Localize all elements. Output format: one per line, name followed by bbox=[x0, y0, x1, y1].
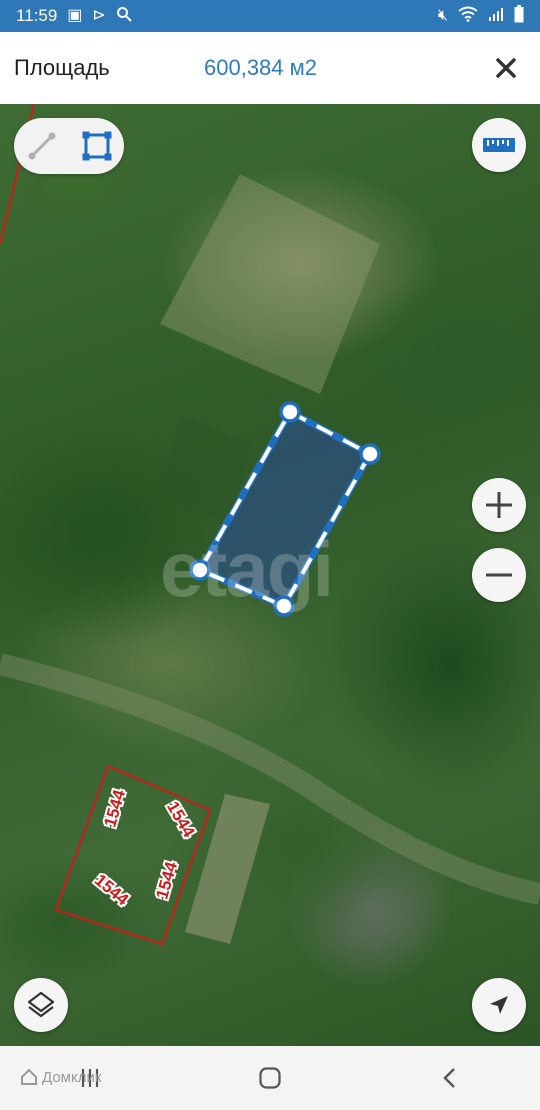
parcel-label: 1544 bbox=[150, 857, 183, 903]
area-value: 600,384 м2 bbox=[204, 55, 317, 80]
zoom-in-button[interactable] bbox=[472, 478, 526, 532]
satellite-map[interactable]: 1544 1544 1544 1544 etagi bbox=[0, 104, 540, 1046]
status-left: 11:59 ▣ ⊳ bbox=[16, 6, 132, 26]
status-bar: 11:59 ▣ ⊳ 🔇︎ bbox=[0, 0, 540, 32]
back-icon bbox=[443, 1068, 455, 1088]
layers-icon bbox=[27, 991, 55, 1018]
zoom-out-icon bbox=[486, 573, 512, 577]
polygon-vertex-handle[interactable] bbox=[189, 559, 211, 581]
svg-text:1544: 1544 bbox=[163, 798, 199, 841]
svg-text:1544: 1544 bbox=[91, 870, 133, 909]
status-time: 11:59 bbox=[16, 6, 58, 25]
clearing-area bbox=[160, 174, 380, 394]
domclick-watermark: Домклик bbox=[20, 1068, 101, 1086]
dirt-road bbox=[0, 653, 540, 905]
close-icon bbox=[496, 58, 516, 78]
svg-text:1544: 1544 bbox=[152, 859, 181, 901]
cadastral-parcel-outline bbox=[54, 764, 212, 946]
ruler-button[interactable] bbox=[472, 118, 526, 172]
parcel-label: 1544 bbox=[161, 796, 201, 843]
area-label: Площадь bbox=[14, 55, 110, 80]
polygon-vertex-handle[interactable] bbox=[359, 443, 381, 465]
building-roof bbox=[185, 794, 270, 944]
play-icon: ⊳ bbox=[92, 7, 106, 24]
location-arrow-icon bbox=[490, 996, 508, 1014]
my-location-button[interactable] bbox=[472, 978, 526, 1032]
status-right: 🔇︎ bbox=[438, 5, 524, 27]
parcel-label: 1544 bbox=[98, 785, 131, 831]
polygon-vertex-handle[interactable] bbox=[273, 595, 295, 617]
zoom-in-icon bbox=[486, 492, 512, 518]
measure-mode-switch bbox=[14, 118, 124, 174]
layers-button[interactable] bbox=[14, 978, 68, 1032]
close-button[interactable] bbox=[486, 48, 526, 88]
home-icon bbox=[259, 1067, 281, 1089]
area-mode-button[interactable] bbox=[75, 124, 119, 168]
battery-icon bbox=[514, 5, 524, 27]
line-measure-icon bbox=[28, 132, 55, 160]
signal-icon bbox=[488, 6, 504, 26]
back-button[interactable] bbox=[410, 1053, 490, 1103]
image-icon: ▣ bbox=[67, 7, 83, 24]
domclick-watermark-text: Домклик bbox=[42, 1068, 102, 1086]
area-measure-icon bbox=[82, 131, 111, 161]
polygon-vertex-handle[interactable] bbox=[279, 401, 301, 423]
parcel-label: 1544 bbox=[89, 868, 135, 911]
home-button[interactable] bbox=[230, 1053, 310, 1103]
search-icon bbox=[116, 6, 132, 26]
system-nav-bar: Домклик bbox=[0, 1046, 540, 1110]
map-overlay: 1544 1544 1544 1544 bbox=[0, 104, 540, 946]
zoom-out-button[interactable] bbox=[472, 548, 526, 602]
wifi-icon bbox=[458, 6, 478, 26]
mute-icon: 🔇︎ bbox=[437, 7, 448, 24]
line-mode-button[interactable] bbox=[20, 124, 64, 168]
domclick-logo-icon bbox=[21, 1068, 37, 1085]
measure-header: Площадь 600,384 м2 bbox=[0, 32, 540, 104]
ruler-icon bbox=[483, 138, 515, 152]
svg-text:1544: 1544 bbox=[100, 787, 129, 829]
